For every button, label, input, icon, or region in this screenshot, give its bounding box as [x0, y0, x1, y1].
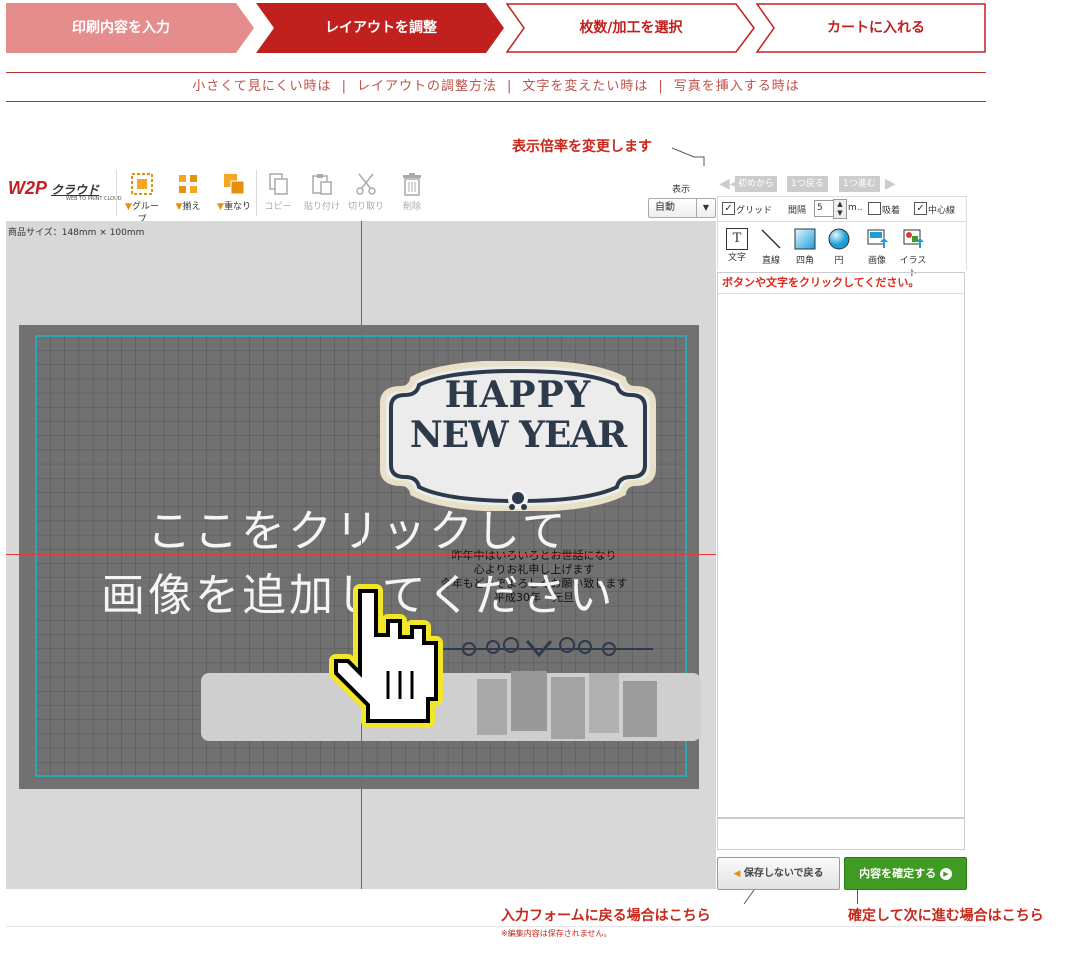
separator: |	[506, 79, 513, 94]
group-button[interactable]: ▼グループ	[122, 172, 162, 225]
forward-icon: ▶	[885, 176, 896, 192]
align-button[interactable]: ▼揃え	[168, 172, 208, 218]
product-size: 商品サイズ：148mm × 100mm	[8, 228, 145, 238]
illustration-upload-icon	[903, 229, 924, 248]
rectangle-icon	[794, 228, 816, 250]
stack-button[interactable]: ▼重なり	[214, 172, 254, 218]
align-icon	[176, 172, 200, 196]
hand-pointer-icon	[329, 584, 443, 728]
step-input[interactable]: 印刷内容を入力	[6, 3, 256, 53]
help-link-text[interactable]: 文字を変えたい時は	[522, 79, 648, 94]
copy-icon	[266, 172, 290, 196]
delete-button[interactable]: 削除	[392, 172, 432, 218]
circle-tool[interactable]: 円	[826, 228, 852, 266]
panel-footer	[717, 818, 965, 850]
stack-label: 重なり	[223, 202, 251, 212]
play-circle-icon: ▶	[939, 868, 952, 880]
blurred-name	[477, 671, 657, 739]
rectangle-tool[interactable]: 四角	[792, 228, 818, 266]
grid-options: ✓ グリッド 間隔 5 ▲ ▼ m.. 吸着 ✓ 中心線	[717, 196, 967, 222]
caret-left-icon: ◀	[733, 869, 741, 879]
text-tool[interactable]: T 文字	[724, 228, 750, 263]
circle-icon	[828, 228, 850, 250]
card-title-line-2: NEW YEAR	[409, 414, 627, 456]
snap-checkbox[interactable]	[868, 202, 881, 215]
step-progress: 印刷内容を入力 レイアウトを調整 枚数/加工を選択 カートに入れる	[6, 3, 986, 53]
redo-button[interactable]: 1つ進む	[839, 176, 880, 192]
add-image-hint-line-1[interactable]: ここをクリックして	[147, 495, 569, 559]
card-title-line-1: HAPPY	[444, 374, 592, 416]
group-icon	[130, 172, 154, 196]
step-cart[interactable]: カートに入れる	[756, 3, 986, 53]
logo-tagline: WEB TO PRINT CLOUD	[66, 196, 122, 202]
step-input-label: 印刷内容を入力	[72, 20, 170, 36]
sidebar-panel: ◀◀ 初めから 1つ戻る 1つ進む ▶ ✓ グリッド 間隔 5 ▲ ▼ m.. 吸…	[717, 166, 967, 891]
center-label: 中心線	[928, 206, 956, 216]
step-layout-label: レイアウトを調整	[325, 20, 437, 36]
interval-stepper[interactable]: ▲ ▼	[833, 199, 847, 219]
vertical-center-guide	[361, 221, 362, 889]
toolbar: W2P クラウド WEB TO PRINT CLOUD ▼グループ ▼揃え ▼重な…	[6, 166, 716, 225]
cut-button[interactable]: 切り取り	[346, 172, 386, 218]
copy-button[interactable]: コピー	[258, 172, 298, 218]
unit-label: m..	[848, 203, 863, 213]
first-button[interactable]: 初めから	[735, 176, 778, 192]
delete-label: 削除	[402, 202, 421, 212]
separator: |	[341, 79, 347, 94]
separator: |	[658, 79, 664, 94]
help-link-layout[interactable]: レイアウトの調整方法	[357, 79, 497, 94]
history-controls: ◀◀ 初めから 1つ戻る 1つ進む ▶	[719, 174, 896, 194]
paste-button[interactable]: 貼り付け	[302, 172, 342, 218]
help-link-small[interactable]: 小さくて見にくい時は	[192, 79, 331, 94]
view-label: 表示	[672, 185, 691, 195]
card-title: HAPPY NEW YEAR	[373, 375, 663, 455]
center-checkbox[interactable]: ✓	[914, 202, 927, 215]
step-options[interactable]: 枚数/加工を選択	[506, 3, 756, 53]
text-icon: T	[726, 228, 748, 250]
ornament-divider	[443, 637, 653, 658]
undo-button[interactable]: 1つ戻る	[787, 176, 828, 192]
panel-message: ボタンや文字をクリックしてください。	[718, 273, 964, 294]
confirm-content-button[interactable]: 内容を確定する ▶	[844, 857, 967, 890]
back-callout-line	[743, 890, 755, 905]
cut-label: 切り取り	[347, 202, 384, 212]
interval-label: 間隔	[788, 206, 807, 216]
confirm-callout: 確定して次に進む場合はこちら	[848, 908, 1044, 924]
horizontal-center-guide	[6, 554, 716, 555]
paste-label: 貼り付け	[303, 202, 340, 212]
copy-label: コピー	[264, 202, 292, 212]
zoom-value: 自動	[655, 202, 675, 213]
step-options-label: 枚数/加工を選択	[579, 20, 683, 36]
back-callout-note: ※編集内容は保存されません。	[501, 929, 612, 938]
zoom-callout: 表示倍率を変更します	[512, 139, 652, 155]
step-layout[interactable]: レイアウトを調整	[256, 3, 506, 53]
interval-input[interactable]: 5	[814, 200, 834, 217]
w2p-logo: W2P クラウド WEB TO PRINT CLOUD	[8, 178, 122, 202]
trash-icon	[400, 172, 424, 196]
line-tool[interactable]: 直線	[758, 228, 784, 266]
tool-palette: T 文字 直線 四角 円 画像 イラスト	[717, 222, 967, 279]
stack-icon	[222, 172, 246, 196]
help-links: 小さくて見にくい時は | レイアウトの調整方法 | 文字を変えたい時は | 写真を挿入する時…	[6, 72, 986, 102]
help-link-photo[interactable]: 写真を挿入する時は	[674, 79, 800, 94]
chevron-down-icon: ▼	[696, 199, 715, 217]
scissors-icon	[354, 172, 378, 196]
step-cart-label: カートに入れる	[827, 20, 925, 36]
image-upload-icon	[867, 229, 888, 248]
snap-label: 吸着	[882, 206, 901, 216]
paste-icon	[310, 172, 334, 196]
back-callout: 入力フォームに戻る場合はこちら	[501, 908, 711, 924]
zoom-select[interactable]: 自動 ▼	[648, 198, 716, 218]
grid-checkbox[interactable]: ✓	[722, 202, 735, 215]
confirm-callout-line	[857, 890, 858, 904]
back-without-saving-button[interactable]: ◀ 保存しないで戻る	[717, 857, 840, 890]
properties-panel: ボタンや文字をクリックしてください。	[717, 272, 965, 818]
footer-divider	[6, 926, 986, 927]
grid-label: グリッド	[736, 206, 773, 216]
line-icon	[761, 229, 781, 249]
editor-canvas[interactable]: 商品サイズ：148mm × 100mm HAPPY NEW YEAR 昨年中はい…	[6, 221, 716, 889]
align-label: 揃え	[182, 202, 201, 212]
image-tool[interactable]: 画像	[862, 228, 892, 266]
